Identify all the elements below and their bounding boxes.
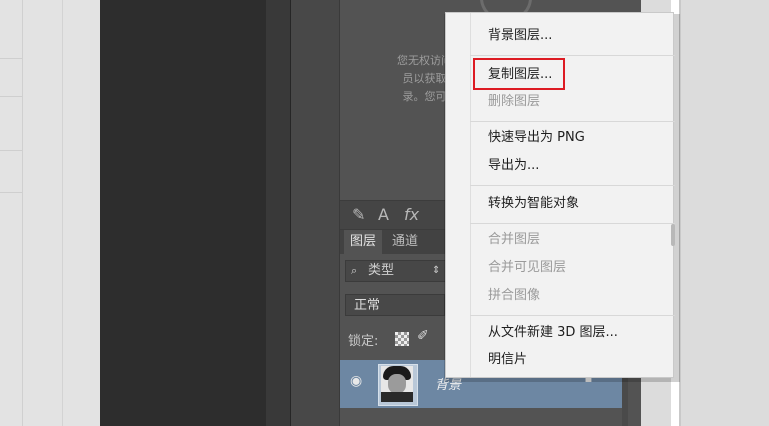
menu-gutter [446,13,471,377]
visibility-eye-icon[interactable]: ◉ [350,374,364,388]
menu-item-flatten-image[interactable]: 拼合图像 [488,285,540,307]
tab-channels[interactable]: 通道 [386,230,424,254]
search-icon: ⌕ [351,264,358,277]
menu-item-merge-visible[interactable]: 合并可见图层 [488,257,566,279]
menu-item-background-layer[interactable]: 背景图层... [488,25,552,47]
document-canvas[interactable] [100,0,266,426]
menu-item-delete-layer[interactable]: 删除图层 [488,91,540,113]
rail-divider [0,58,22,59]
menu-item-export-as[interactable]: 导出为... [488,155,539,177]
menu-item-quick-export-png[interactable]: 快速导出为 PNG [488,127,585,149]
rail-divider [0,96,22,97]
menu-item-postcard[interactable]: 明信片 [488,349,527,371]
filter-label: 类型 [368,263,395,278]
fx-icon[interactable]: fx [404,205,419,224]
menu-separator [470,55,675,56]
blend-mode-select[interactable]: 正常 [345,294,445,316]
highlight-box [473,58,565,90]
left-rail [0,0,23,426]
sidebar-divider [62,0,63,426]
panel-divider[interactable] [266,0,291,426]
layer-filter-select[interactable]: ⌕ 类型 ⇕ [345,260,447,282]
rail-divider [0,150,22,151]
menu-item-convert-smart-object[interactable]: 转换为智能对象 [488,193,579,215]
panel-dock-column [291,0,340,426]
menu-separator [470,121,675,122]
lock-transparency-icon[interactable] [395,332,409,346]
left-sidebar [0,0,100,426]
menu-separator [470,223,675,224]
brush-style-icon[interactable]: ✎ [352,205,365,224]
menu-separator [470,315,675,316]
text-icon[interactable]: A [378,205,389,224]
menu-item-new-3d-layer[interactable]: 从文件新建 3D 图层... [488,322,618,344]
lock-label: 锁定: [348,334,379,349]
chevron-icon: ⇕ [432,265,441,276]
rail-divider [0,192,22,193]
menu-item-merge-layers[interactable]: 合并图层 [488,229,540,251]
layer-thumbnail [381,366,413,402]
tab-layers[interactable]: 图层 [344,230,383,254]
lock-pixels-icon[interactable]: ✐ [417,328,429,344]
menu-edge-handle [671,224,675,246]
menu-separator [470,185,675,186]
